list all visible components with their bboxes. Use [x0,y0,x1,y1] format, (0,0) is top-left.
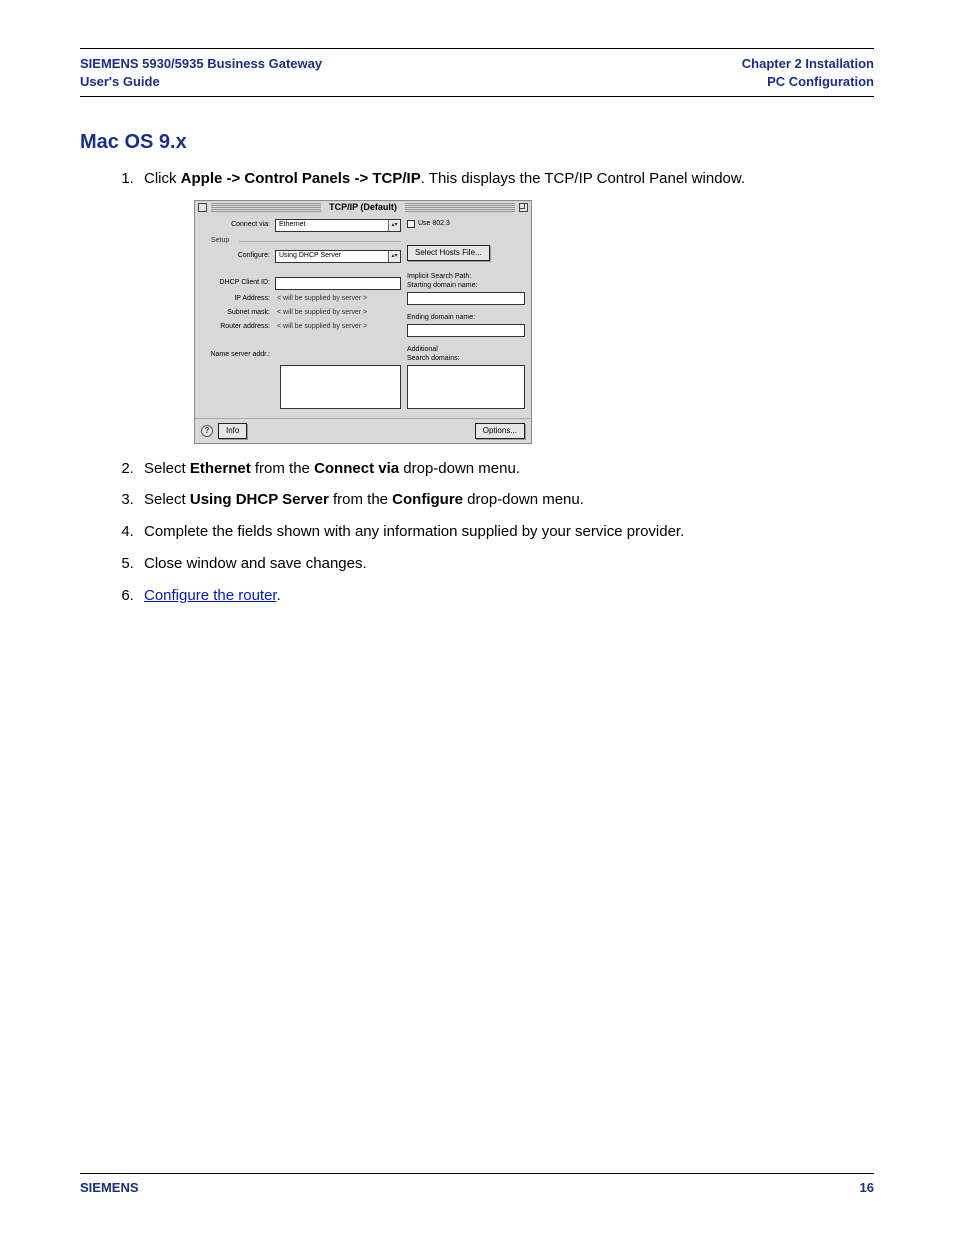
nameserver-label: Name server addr.: [201,350,275,360]
titlebar-texture [211,203,321,212]
configure-dropdown[interactable]: Using DHCP Server ▴▾ [275,250,401,263]
titlebar-texture [405,203,515,212]
step-2: Select Ethernet from the Connect via dro… [138,458,874,480]
connect-via-label: Connect via: [201,220,275,230]
checkbox-icon [407,220,415,228]
panel-titlebar: TCP/IP (Default) [195,201,531,215]
page-header: SIEMENS 5930/5935 Business Gateway User'… [80,55,874,90]
subnet-value: < will be supplied by server > [275,308,401,318]
dhcp-client-input[interactable] [275,277,401,290]
footer-brand: SIEMENS [80,1180,139,1195]
additional-label: Additional [407,346,525,354]
ending-domain-label: Ending domain name: [407,314,525,322]
close-icon[interactable] [198,203,207,212]
search-domains-label: Search domains: [407,355,525,363]
select-hosts-button[interactable]: Select Hosts File... [407,245,490,261]
panel-title: TCP/IP (Default) [325,201,401,214]
zoom-icon[interactable] [519,203,528,212]
nameserver-input[interactable] [280,365,401,409]
instruction-list: Click Apple -> Control Panels -> TCP/IP.… [138,168,874,616]
implicit-search-label: Implicit Search Path: [407,273,525,281]
header-bottom-rule [80,96,874,97]
configure-label: Configure: [201,251,275,261]
step-5: Close window and save changes. [138,553,874,575]
info-button[interactable]: Info [218,423,247,439]
connect-via-dropdown[interactable]: Ethernet ▴▾ [275,219,401,232]
step-1: Click Apple -> Control Panels -> TCP/IP.… [138,168,874,444]
use-8023-checkbox[interactable]: Use 802.3 [407,219,450,229]
starting-domain-input[interactable] [407,292,525,305]
configure-router-link[interactable]: Configure the router [144,587,277,604]
chevron-updown-icon: ▴▾ [388,220,400,231]
header-top-rule [80,48,874,49]
header-left-line2: User's Guide [80,73,322,91]
dhcp-client-label: DHCP Client ID: [201,278,275,288]
header-right-line2: PC Configuration [742,73,874,91]
ip-address-label: IP Address: [201,294,275,304]
tcpip-panel: TCP/IP (Default) Connect via: Ethernet ▴… [194,200,532,444]
step-4: Complete the fields shown with any infor… [138,521,874,543]
header-right-line1: Chapter 2 Installation [742,55,874,73]
router-value: < will be supplied by server > [275,322,401,332]
options-button[interactable]: Options... [475,423,525,439]
subnet-label: Subnet mask: [201,308,275,318]
header-left-line1: SIEMENS 5930/5935 Business Gateway [80,55,322,73]
step-3: Select Using DHCP Server from the Config… [138,489,874,511]
starting-domain-label: Starting domain name: [407,282,525,290]
page-number: 16 [860,1180,874,1195]
page-footer: SIEMENS 16 [80,1180,874,1195]
step-6: Configure the router. [138,585,874,607]
section-heading: Mac OS 9.x [80,131,874,154]
search-domains-input[interactable] [407,365,525,409]
router-label: Router address: [201,322,275,332]
setup-divider: Setup [211,236,401,246]
chevron-updown-icon: ▴▾ [388,251,400,262]
footer-rule [80,1173,874,1174]
help-icon[interactable]: ? [201,425,213,437]
ip-address-value: < will be supplied by server > [275,294,401,304]
ending-domain-input[interactable] [407,324,525,337]
